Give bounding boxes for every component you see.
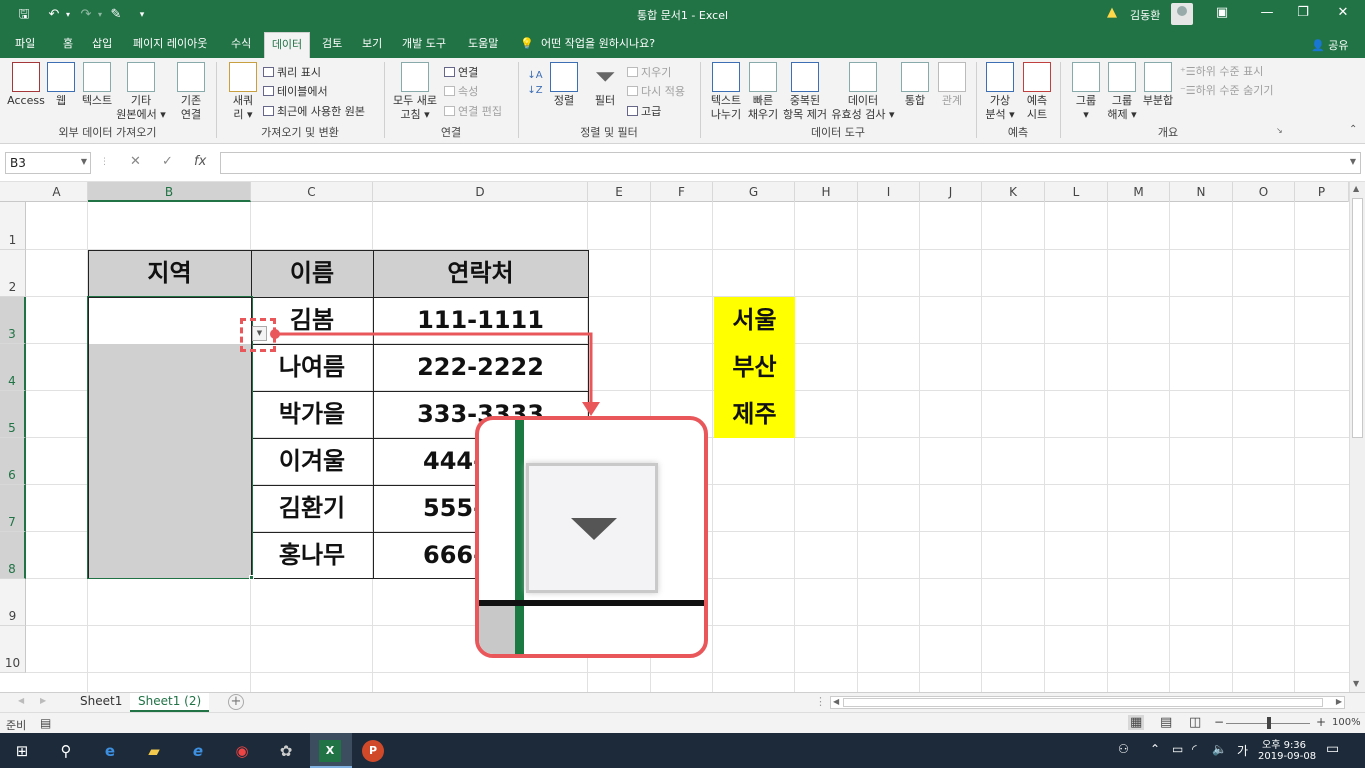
sheet-tab-1[interactable]: Sheet1 <box>72 693 130 712</box>
add-sheet-icon[interactable]: + <box>228 694 244 710</box>
people-icon[interactable]: ⚇ <box>1118 742 1129 756</box>
row-number: 10 <box>4 656 21 670</box>
zoom-out-icon[interactable]: − <box>1214 715 1224 729</box>
status-bar: 준비 ▤ ▦ ▤ ◫ − + 100% <box>0 712 1365 733</box>
prev-sheet-icon[interactable]: ◀ <box>18 696 24 705</box>
volume-icon[interactable]: 🔈 <box>1212 742 1227 756</box>
app-icon[interactable]: ✿ <box>274 739 298 763</box>
row-number: 4 <box>8 374 16 388</box>
windows-taskbar: ⊞ ⚲ e ▰ e ◉ ✿ X P ⚇ ⌃ ▭ ◜ 🔈 가 오후 9:36 20… <box>0 733 1365 768</box>
battery-icon[interactable]: ▭ <box>1172 742 1183 756</box>
chevron-up-icon[interactable]: ⌃ <box>1150 742 1160 756</box>
search-icon[interactable]: ⚲ <box>54 739 78 763</box>
clock-time[interactable]: 오후 9:36 <box>1262 736 1306 751</box>
row-header-8[interactable]: 8 <box>0 532 26 579</box>
chrome-icon[interactable]: ◉ <box>230 739 254 763</box>
powerpoint-icon[interactable]: P <box>362 740 384 762</box>
zoomed-chevron-down-icon <box>571 518 617 540</box>
page-break-view-icon[interactable]: ◫ <box>1189 715 1201 730</box>
clock-date[interactable]: 2019-09-08 <box>1258 751 1316 762</box>
zoom-callout <box>475 416 708 658</box>
callout-arrowhead <box>582 402 600 416</box>
row-header-9[interactable]: 9 <box>0 579 26 626</box>
row-number: 7 <box>8 515 16 529</box>
row-header-5[interactable]: 5 <box>0 391 26 438</box>
row-number: 5 <box>8 421 16 435</box>
zoomed-dropdown-button <box>526 463 658 593</box>
edge-icon[interactable]: e <box>98 739 122 763</box>
row-header-10[interactable]: 10 <box>0 626 26 673</box>
row-number: 3 <box>8 327 16 341</box>
row-header-7[interactable]: 7 <box>0 485 26 532</box>
split-handle-icon[interactable]: ⋮ <box>815 695 826 708</box>
scroll-down-icon[interactable]: ▼ <box>1353 679 1359 688</box>
scroll-up-icon[interactable]: ▲ <box>1353 184 1359 193</box>
notification-icon[interactable]: ▭ <box>1326 741 1339 757</box>
row-header-1[interactable]: 1 <box>0 202 26 250</box>
row-header-2[interactable]: 2 <box>0 250 26 297</box>
normal-view-icon[interactable]: ▦ <box>1128 715 1145 730</box>
row-header-4[interactable]: 4 <box>0 344 26 391</box>
row-number: 2 <box>8 280 17 294</box>
windows-start-icon[interactable]: ⊞ <box>10 739 34 763</box>
ie-icon[interactable]: e <box>186 739 210 763</box>
sheet-tabs-bar: ◀ ▶ Sheet1 Sheet1 (2) + ⋮ ◀ ▶ <box>0 692 1365 712</box>
file-explorer-icon[interactable]: ▰ <box>142 739 166 763</box>
row-number: 9 <box>8 609 17 623</box>
page-layout-view-icon[interactable]: ▤ <box>1160 715 1172 730</box>
zoom-in-icon[interactable]: + <box>1316 715 1326 729</box>
h-scroll-thumb[interactable] <box>843 698 1323 707</box>
excel-icon: X <box>319 740 341 762</box>
next-sheet-icon[interactable]: ▶ <box>40 696 46 705</box>
zoom-level[interactable]: 100% <box>1332 717 1361 728</box>
zoomed-gray-cell <box>479 600 515 654</box>
status-ready: 준비 <box>6 719 27 732</box>
macro-record-icon[interactable]: ▤ <box>40 716 51 730</box>
scroll-right-icon[interactable]: ▶ <box>1336 697 1342 706</box>
callout-line <box>275 332 593 404</box>
row-number: 8 <box>8 562 16 576</box>
sheet-tab-2[interactable]: Sheet1 (2) <box>130 693 210 712</box>
wifi-icon[interactable]: ◜ <box>1192 742 1197 756</box>
row-header-6[interactable]: 6 <box>0 438 26 485</box>
row-number: 6 <box>8 468 16 482</box>
zoomed-selection-border <box>515 420 524 654</box>
excel-window: 🖫 ↶ ▾ ↷ ▾ ✎ ▾ 통합 문서1 - Excel ▲ 김동환 ▣ — ❐… <box>0 0 1365 768</box>
ime-indicator[interactable]: 가 <box>1237 742 1248 759</box>
vertical-scrollbar[interactable]: ▲ ▼ <box>1349 182 1365 692</box>
horizontal-scrollbar[interactable]: ◀ ▶ <box>830 696 1345 709</box>
row-header-3[interactable]: 3 <box>0 297 26 344</box>
zoomed-table-border <box>479 600 704 606</box>
scroll-thumb[interactable] <box>1352 198 1363 438</box>
zoom-slider-thumb[interactable] <box>1267 717 1271 729</box>
row-number: 1 <box>8 233 17 247</box>
scroll-left-icon[interactable]: ◀ <box>833 697 839 706</box>
